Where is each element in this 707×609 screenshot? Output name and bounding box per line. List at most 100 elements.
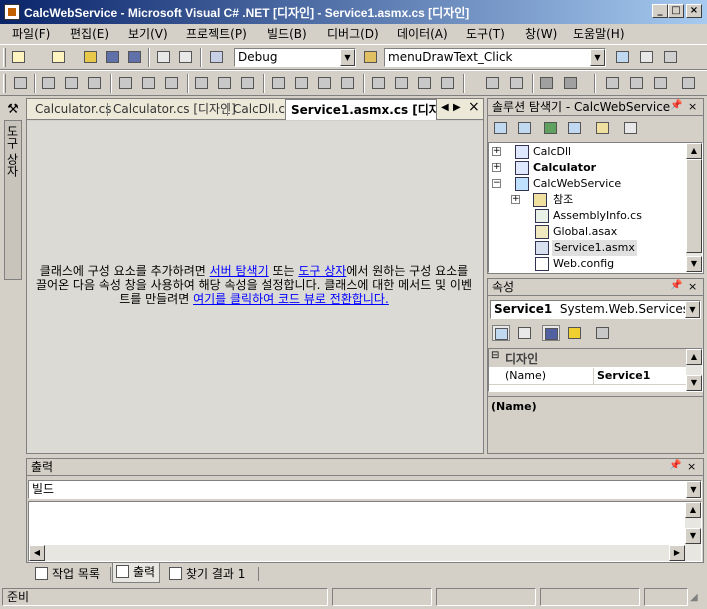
- tab-output[interactable]: 출력: [112, 563, 161, 583]
- same-height-button[interactable]: [216, 75, 234, 91]
- toolbar-grip[interactable]: [3, 74, 6, 93]
- save-button[interactable]: [104, 49, 122, 65]
- properties-button[interactable]: [638, 49, 656, 65]
- view-code-button[interactable]: [492, 120, 510, 136]
- pin-icon[interactable]: 📌: [669, 460, 681, 471]
- vertical-scrollbar[interactable]: ▲ ▼: [686, 349, 702, 391]
- tree-item[interactable]: − CalcWebService: [489, 176, 685, 192]
- switch-to-code-view-link[interactable]: 여기를 클릭하여 코드 뷰로 전환합니다.: [193, 292, 389, 306]
- toolbar-grip[interactable]: [3, 48, 6, 67]
- vspacing-remove-button[interactable]: [439, 75, 457, 91]
- scroll-down-icon[interactable]: ▼: [685, 528, 701, 544]
- lock-controls-button[interactable]: [628, 75, 646, 91]
- tree-item[interactable]: + 참조: [489, 192, 685, 208]
- align-lefts-button[interactable]: [40, 75, 58, 91]
- scroll-up-icon[interactable]: ▲: [685, 502, 701, 518]
- find-combo[interactable]: menuDrawText_Click ▼: [384, 48, 606, 67]
- align-to-grid-button[interactable]: [12, 75, 30, 91]
- category-row[interactable]: ⊟ 디자인: [489, 349, 686, 367]
- align-middles-button[interactable]: [140, 75, 158, 91]
- sql-button[interactable]: [652, 75, 670, 91]
- expand-icon[interactable]: +: [511, 195, 520, 204]
- tab-order-button[interactable]: [604, 75, 622, 91]
- tree-item[interactable]: + CalcDll: [489, 144, 685, 160]
- output-source-combo[interactable]: 빌드 ▼: [28, 480, 702, 499]
- output-text-area[interactable]: ▲ ▼ ◀ ▶: [28, 501, 702, 562]
- pin-icon[interactable]: 📌: [670, 280, 682, 291]
- collapse-icon[interactable]: −: [492, 179, 501, 188]
- object-selector[interactable]: Service1 System.Web.Services.WebService …: [490, 300, 701, 319]
- menu-data[interactable]: 데이터(A): [397, 24, 448, 44]
- menu-file[interactable]: 파일(F): [12, 24, 50, 44]
- vspacing-decrease-button[interactable]: [416, 75, 434, 91]
- vspacing-increase-button[interactable]: [393, 75, 411, 91]
- view-designer-button[interactable]: [516, 120, 534, 136]
- align-bottoms-button[interactable]: [163, 75, 181, 91]
- scroll-thumb[interactable]: [686, 159, 702, 253]
- toolbox-tab[interactable]: 도구 상자: [4, 120, 22, 280]
- show-all-files-button[interactable]: [566, 120, 584, 136]
- close-icon[interactable]: ×: [688, 100, 697, 113]
- align-rights-button[interactable]: [86, 75, 104, 91]
- scroll-up-icon[interactable]: ▲: [686, 349, 702, 365]
- property-value[interactable]: Service1: [597, 369, 650, 382]
- save-all-button[interactable]: [126, 49, 144, 65]
- tree-item-selected[interactable]: Service1.asmx: [489, 240, 685, 256]
- hspacing-increase-button[interactable]: [293, 75, 311, 91]
- expand-icon[interactable]: +: [492, 163, 501, 172]
- close-icon[interactable]: ×: [687, 460, 696, 473]
- same-size-button[interactable]: [239, 75, 257, 91]
- tree-item[interactable]: Web.config: [489, 256, 685, 272]
- tab-calculator-design[interactable]: Calculator.cs [디자인]: [113, 99, 236, 119]
- menu-edit[interactable]: 편집(E): [70, 24, 109, 44]
- tree-item[interactable]: Global.asax: [489, 224, 685, 240]
- tab-calculator-cs[interactable]: Calculator.cs: [35, 99, 112, 119]
- property-row[interactable]: (Name) Service1: [489, 368, 686, 385]
- send-to-back-button[interactable]: [562, 75, 580, 91]
- menu-view[interactable]: 보기(V): [128, 24, 168, 44]
- scroll-down-icon[interactable]: ▼: [686, 256, 702, 272]
- designer-surface[interactable]: 클래스에 구성 요소를 추가하려면 서버 탐색기 또는 도구 상자에서 원하는 …: [27, 121, 483, 453]
- minimize-button[interactable]: _: [652, 4, 668, 18]
- toolbox-button[interactable]: [662, 49, 680, 65]
- tab-find-results[interactable]: 찾기 결과 1: [166, 565, 245, 583]
- configuration-combo[interactable]: Debug ▼: [234, 48, 356, 67]
- new-project-button[interactable]: [10, 49, 28, 65]
- collapse-icon[interactable]: ⊟: [491, 350, 500, 361]
- categorized-button[interactable]: [492, 325, 510, 341]
- scroll-left-icon[interactable]: ◀: [29, 545, 45, 561]
- hspacing-remove-button[interactable]: [339, 75, 357, 91]
- chevron-down-icon[interactable]: ▼: [590, 49, 605, 66]
- scroll-right-icon[interactable]: ▶: [669, 545, 685, 561]
- property-pages-button[interactable]: [594, 325, 612, 341]
- menu-tools[interactable]: 도구(T): [466, 24, 505, 44]
- center-vertically-button[interactable]: [508, 75, 526, 91]
- editor-close-icon[interactable]: ×: [468, 99, 480, 115]
- start-button[interactable]: [208, 49, 226, 65]
- toolbar-options-button[interactable]: [680, 75, 698, 91]
- cut-button[interactable]: [155, 49, 173, 65]
- resize-grip-icon[interactable]: ◢: [690, 592, 704, 606]
- scroll-down-icon[interactable]: ▼: [686, 375, 702, 391]
- find-in-files-button[interactable]: [362, 49, 380, 65]
- tab-task-list[interactable]: 작업 목록: [32, 565, 100, 583]
- open-file-button[interactable]: [82, 49, 100, 65]
- align-centers-button[interactable]: [63, 75, 81, 91]
- same-width-button[interactable]: [193, 75, 211, 91]
- pin-icon[interactable]: 📌: [670, 100, 682, 111]
- solution-explorer-button[interactable]: [614, 49, 632, 65]
- close-icon[interactable]: ×: [688, 280, 697, 293]
- tree-item[interactable]: AssemblyInfo.cs: [489, 208, 685, 224]
- hspacing-equal-button[interactable]: [270, 75, 288, 91]
- refresh-button[interactable]: [542, 120, 560, 136]
- vertical-scrollbar[interactable]: ▲ ▼: [685, 502, 701, 561]
- tab-scroll-left-icon[interactable]: ◀: [441, 102, 449, 113]
- vertical-scrollbar[interactable]: ▲ ▼: [686, 143, 702, 272]
- expand-icon[interactable]: +: [492, 147, 501, 156]
- copy-button[interactable]: [177, 49, 195, 65]
- events-button[interactable]: [566, 325, 584, 341]
- tree-item[interactable]: + Calculator: [489, 160, 685, 176]
- server-explorer-link[interactable]: 서버 탐색기: [210, 264, 269, 278]
- copy-project-button[interactable]: [594, 120, 612, 136]
- hspacing-decrease-button[interactable]: [316, 75, 334, 91]
